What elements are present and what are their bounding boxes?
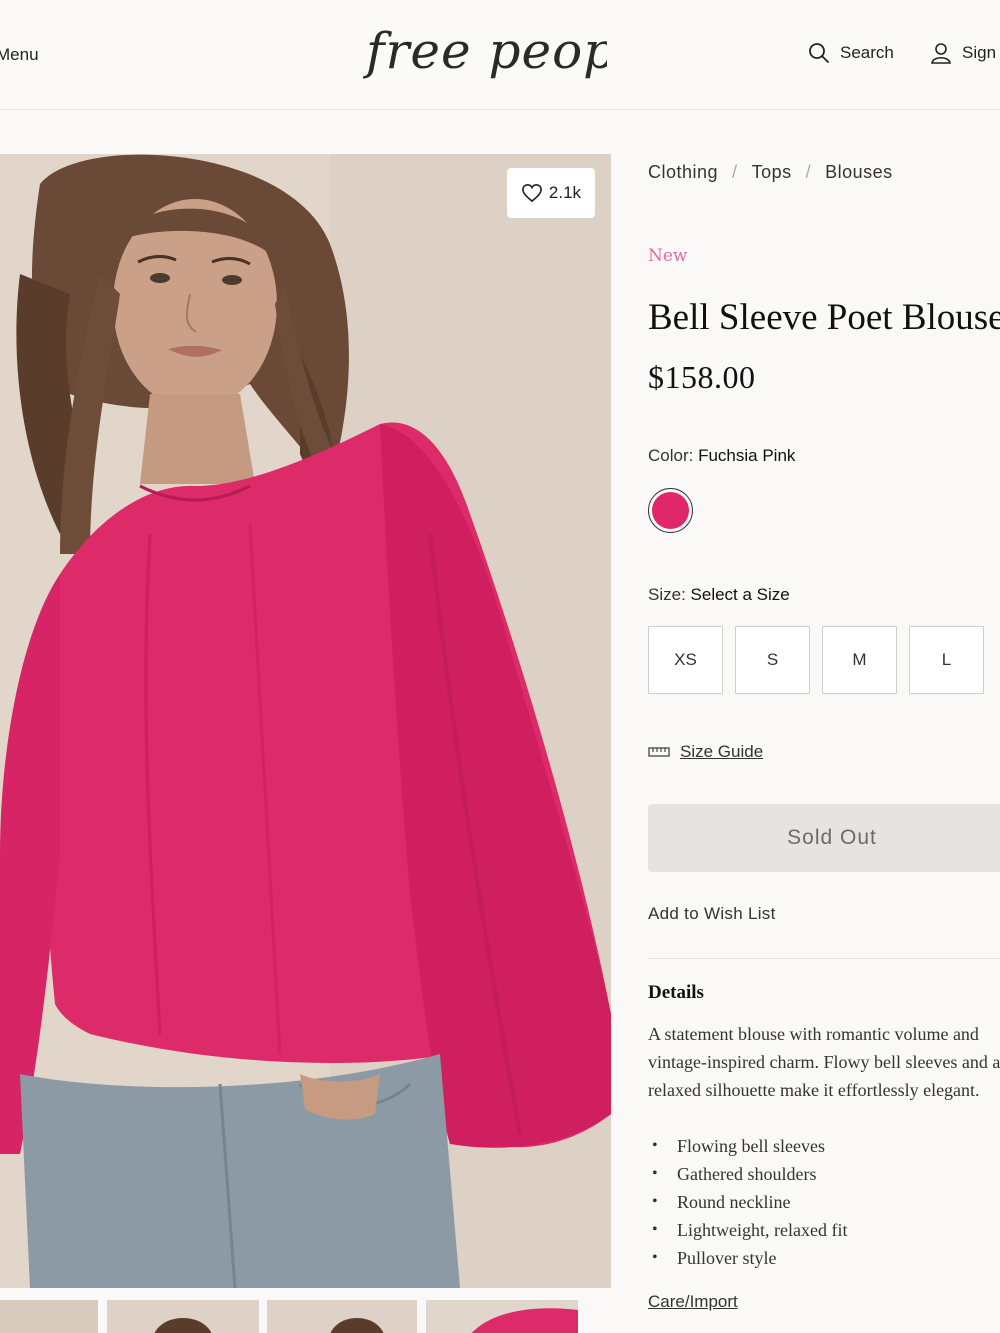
feature-item: Flowing bell sleeves: [648, 1132, 847, 1160]
color-label: Color: Fuchsia Pink: [648, 446, 795, 466]
color-label-text: Color:: [648, 446, 694, 465]
menu-button[interactable]: Menu: [0, 45, 39, 65]
size-label-text: Size:: [648, 585, 686, 604]
description-line: A statement blouse with romantic volume …: [648, 1024, 979, 1044]
breadcrumb-separator: /: [732, 162, 738, 182]
add-to-wishlist-link[interactable]: Add to Wish List: [648, 904, 776, 924]
sign-in-button[interactable]: Sign In: [930, 42, 1000, 64]
feature-item: Round neckline: [648, 1188, 847, 1216]
swatch-fill: [652, 492, 689, 529]
heart-icon: [522, 183, 542, 203]
product-title: Bell Sleeve Poet Blouse: [648, 297, 1000, 338]
size-label: Size: Select a Size: [648, 585, 790, 605]
feature-item: Lightweight, relaxed fit: [648, 1216, 847, 1244]
search-icon: [809, 43, 829, 63]
divider: [648, 958, 1000, 959]
thumbnail-2[interactable]: [107, 1300, 259, 1333]
color-value: Fuchsia Pink: [698, 446, 796, 465]
size-guide-label: Size Guide: [680, 742, 764, 761]
thumbnail-strip: [0, 1300, 611, 1333]
size-value: Select a Size: [690, 585, 790, 604]
description-line: vintage-inspired charm. Flowy bell sleev…: [648, 1052, 1000, 1072]
size-option-xs[interactable]: XS: [648, 626, 723, 694]
breadcrumb-clothing[interactable]: Clothing: [648, 162, 718, 182]
model-photo: [0, 154, 611, 1288]
sign-in-label: Sign In: [962, 43, 1000, 62]
sold-out-button[interactable]: Sold Out: [648, 804, 1000, 872]
breadcrumb: Clothing / Tops / Blouses: [648, 162, 893, 183]
product-info-panel: Clothing / Tops / Blouses New Bell Sleeve Po…: [648, 154, 1000, 1333]
logo-text: free people: [362, 22, 607, 80]
user-icon: [931, 43, 951, 64]
details-heading: Details: [648, 982, 704, 1003]
site-header: Menu free people Search Sign In: [0, 0, 1000, 110]
size-guide-link[interactable]: Size Guide: [648, 742, 763, 762]
thumbnail-3-image: [267, 1300, 417, 1333]
feature-item: Pullover style: [648, 1244, 847, 1272]
search-label: Search: [840, 43, 894, 62]
product-image[interactable]: 2.1k: [0, 154, 611, 1288]
description-line: relaxed silhouette make it effortlessly …: [648, 1080, 980, 1100]
thumbnail-3[interactable]: [267, 1300, 417, 1333]
size-option-s[interactable]: S: [735, 626, 810, 694]
size-option-l[interactable]: L: [909, 626, 984, 694]
product-description: A statement blouse with romantic volume …: [648, 1020, 1000, 1104]
thumbnail-1[interactable]: [0, 1300, 98, 1333]
search-button[interactable]: Search: [808, 42, 894, 64]
thumbnail-2-image: [107, 1300, 259, 1333]
care-import-link[interactable]: Care/Import: [648, 1292, 738, 1312]
brand-logo[interactable]: free people: [362, 18, 607, 94]
wishlist-count: 2.1k: [548, 183, 582, 202]
breadcrumb-separator: /: [805, 162, 812, 182]
thumbnail-4-image: [426, 1300, 578, 1333]
breadcrumb-blouses[interactable]: Blouses: [825, 162, 893, 182]
feature-list: Flowing bell sleeves Gathered shoulders …: [648, 1132, 847, 1272]
feature-item: Gathered shoulders: [648, 1160, 847, 1188]
new-badge: New: [648, 246, 688, 266]
product-price: $158.00: [648, 359, 756, 395]
size-option-m[interactable]: M: [822, 626, 897, 694]
color-swatch-fuchsia-pink[interactable]: [648, 488, 693, 533]
breadcrumb-tops[interactable]: Tops: [752, 162, 792, 182]
thumbnail-4[interactable]: [426, 1300, 578, 1333]
wishlist-count-button[interactable]: 2.1k: [507, 168, 595, 218]
ruler-icon: [648, 747, 670, 757]
